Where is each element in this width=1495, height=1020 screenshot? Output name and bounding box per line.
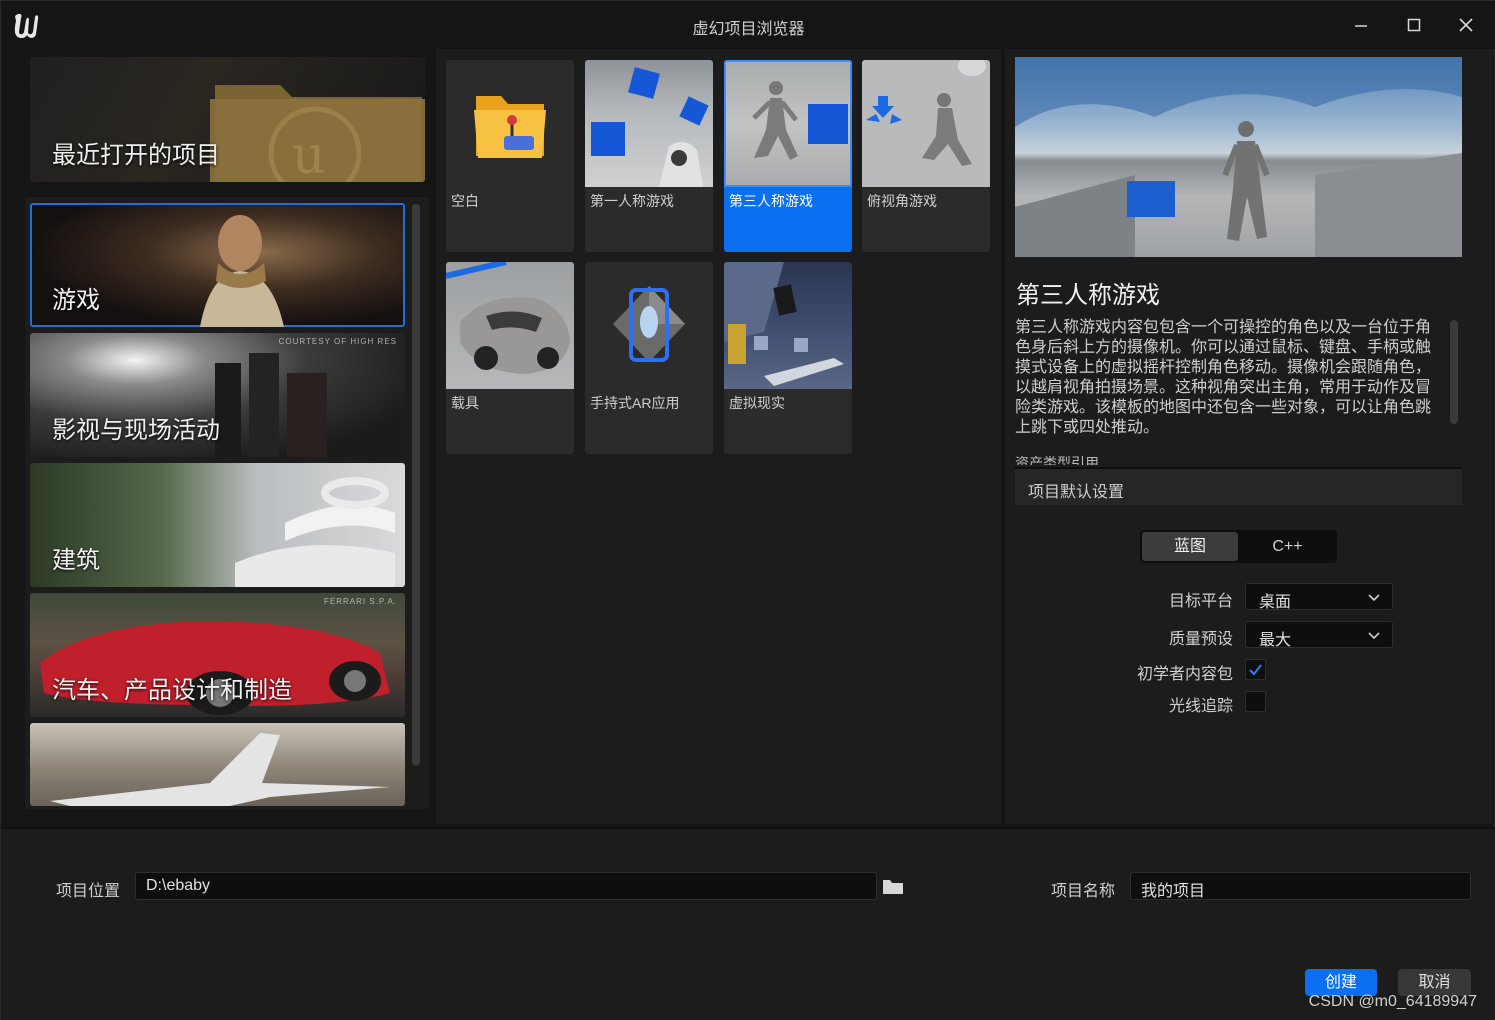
template-first-person-label: 第一人称游戏 <box>590 193 674 209</box>
recent-projects-tile[interactable]: u 最近打开的项目 <box>30 57 425 182</box>
cpp-option[interactable]: C++ <box>1238 530 1337 563</box>
project-defaults-label: 项目默认设置 <box>1028 484 1125 501</box>
category-film[interactable]: COURTESY OF HIGH RES 影视与现场活动 <box>30 333 405 457</box>
language-toggle: 蓝图 C++ <box>1140 530 1337 563</box>
project-location-value: D:\ebaby <box>146 877 211 894</box>
description-scrollbar[interactable] <box>1450 320 1458 424</box>
template-top-down-label: 俯视角游戏 <box>867 193 937 209</box>
close-button[interactable] <box>1452 11 1480 39</box>
svg-text:u: u <box>292 126 326 182</box>
category-architecture-label: 建筑 <box>52 547 100 574</box>
template-title: 第三人称游戏 <box>1016 282 1160 309</box>
template-handheld-ar[interactable]: 手持式AR应用 <box>585 262 713 454</box>
third-person-icon <box>752 81 848 160</box>
quality-preset-label: 质量预设 <box>1168 631 1233 648</box>
minimize-icon <box>1355 25 1367 27</box>
raytracing-label: 光线追踪 <box>1168 698 1233 715</box>
first-person-icon <box>591 67 709 187</box>
project-location-label: 项目位置 <box>56 883 121 900</box>
create-button[interactable]: 创建 <box>1305 969 1377 996</box>
project-name-label: 项目名称 <box>1051 883 1116 900</box>
template-vehicle-label: 载具 <box>451 395 479 411</box>
asset-refs-label: 资产类型引用 <box>1015 456 1099 465</box>
cancel-button[interactable]: 取消 <box>1398 969 1471 996</box>
category-automotive-label: 汽车、产品设计和制造 <box>52 677 292 704</box>
target-platform-value: 桌面 <box>1259 594 1292 611</box>
folder-joystick-icon <box>474 96 546 158</box>
csdn-watermark: CSDN @m0_64189947 <box>1308 993 1477 1010</box>
template-vehicle[interactable]: 载具 <box>446 262 574 454</box>
folder-icon <box>883 880 903 894</box>
starter-content-checkbox[interactable] <box>1245 659 1266 680</box>
raytracing-checkbox[interactable] <box>1245 691 1266 712</box>
title-bar[interactable]: 虚幻项目浏览器 <box>1 1 1495 49</box>
film-crew-image <box>215 353 327 457</box>
close-icon <box>1459 18 1473 32</box>
recent-projects-label: 最近打开的项目 <box>52 142 220 169</box>
template-first-person[interactable]: 第一人称游戏 <box>585 60 713 252</box>
project-location-input[interactable]: D:\ebaby <box>135 872 877 900</box>
architecture-building-image <box>235 477 395 587</box>
project-name-value: 我的项目 <box>1141 883 1206 900</box>
maximize-icon <box>1407 18 1421 32</box>
games-character-image <box>200 215 284 327</box>
template-blank-label: 空白 <box>451 193 479 209</box>
category-games[interactable]: 游戏 <box>30 203 405 327</box>
chevron-down-icon <box>1368 594 1380 602</box>
folder-ue-icon: u <box>210 85 425 182</box>
vr-icon <box>724 262 844 386</box>
template-vr-label: 虚拟现实 <box>729 395 785 411</box>
template-third-person[interactable]: 第三人称游戏 <box>724 60 852 252</box>
quality-preset-value: 最大 <box>1259 632 1292 649</box>
quality-preset-select[interactable]: 最大 <box>1245 621 1393 649</box>
third-person-preview-icon <box>1015 57 1462 257</box>
starter-content-label: 初学者内容包 <box>1136 666 1233 683</box>
template-vr[interactable]: 虚拟现实 <box>724 262 852 454</box>
maximize-button[interactable] <box>1400 11 1428 39</box>
category-film-label: 影视与现场活动 <box>52 417 220 444</box>
handheld-ar-icon <box>613 286 685 362</box>
minimize-button[interactable] <box>1347 11 1375 39</box>
category-games-label: 游戏 <box>52 287 100 314</box>
chevron-down-icon <box>1368 632 1380 640</box>
template-third-person-label: 第三人称游戏 <box>729 193 813 209</box>
project-defaults-header[interactable]: 项目默认设置 <box>1015 467 1462 505</box>
target-platform-label: 目标平台 <box>1168 593 1233 610</box>
checkmark-icon <box>1249 664 1262 676</box>
project-browser-window: 虚幻项目浏览器 u 最近打开的项目 游戏 COURTESY OF HIGH RE… <box>0 0 1495 1020</box>
top-down-icon <box>866 60 986 166</box>
browse-folder-button[interactable] <box>881 875 905 897</box>
category-automotive[interactable]: FERRARI S.P.A. 汽车、产品设计和制造 <box>30 593 405 717</box>
project-name-input[interactable]: 我的项目 <box>1130 872 1471 900</box>
airplane-image <box>50 733 390 806</box>
bottom-bar <box>1 827 1495 1020</box>
vehicle-icon <box>446 262 570 374</box>
category-scrollbar[interactable] <box>412 204 420 766</box>
window-title: 虚幻项目浏览器 <box>692 21 805 38</box>
category-simulation[interactable] <box>30 723 405 806</box>
blueprint-option[interactable]: 蓝图 <box>1142 532 1238 561</box>
template-blank[interactable]: 空白 <box>446 60 574 252</box>
template-preview-image <box>1015 57 1462 257</box>
template-description: 第三人称游戏内容包包含一个可操控的角色以及一台位于角色身后斜上方的摄像机。你可以… <box>1015 319 1432 436</box>
target-platform-select[interactable]: 桌面 <box>1245 583 1393 611</box>
category-architecture[interactable]: TILTPIXEL 建筑 <box>30 463 405 587</box>
template-handheld-ar-label: 手持式AR应用 <box>590 395 680 411</box>
template-top-down[interactable]: 俯视角游戏 <box>862 60 990 252</box>
